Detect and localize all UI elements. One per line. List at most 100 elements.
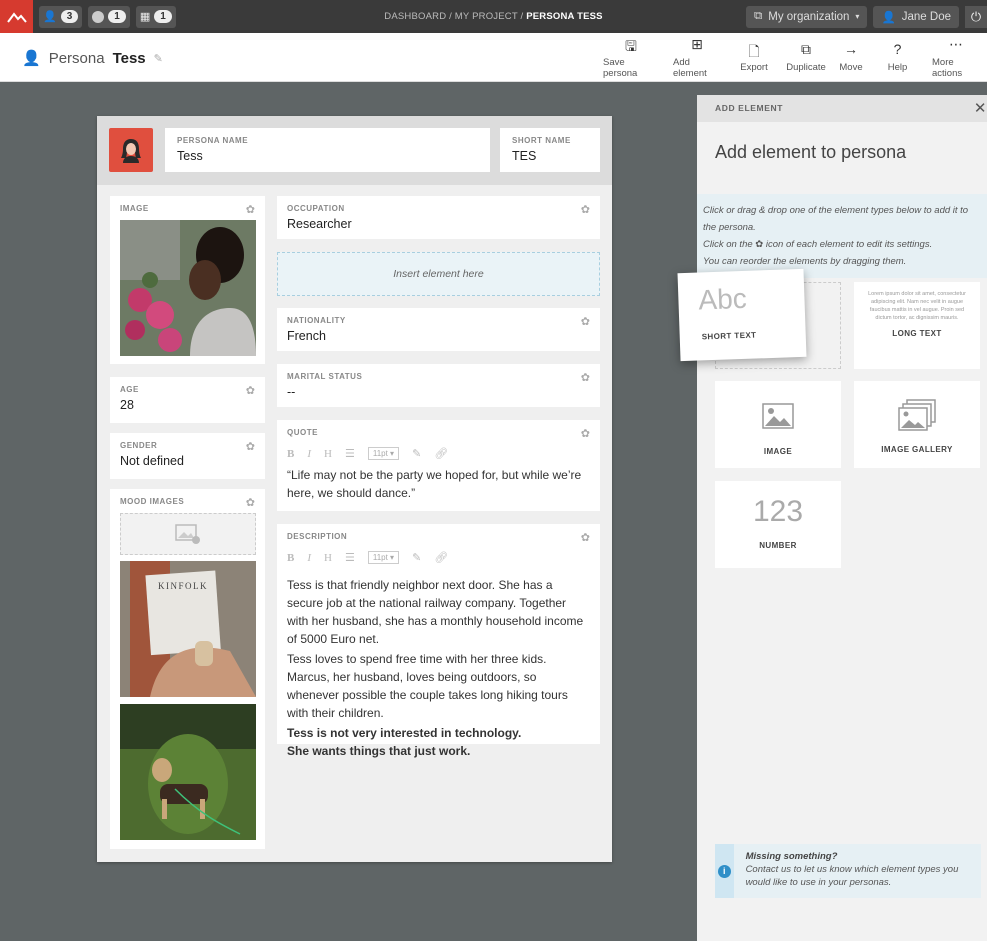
age-element[interactable]: AGE ✿ 28 xyxy=(110,377,265,423)
quote-element[interactable]: QUOTE ✿ B I H ☰ 11pt ▾ ✎ 🔗︎ “Life may no… xyxy=(277,420,600,511)
question-icon: ? xyxy=(893,41,902,57)
hint-line-3: You can reorder the elements by dragging… xyxy=(703,256,907,267)
number-tile-label: NUMBER xyxy=(759,541,797,550)
arrow-right-icon: → xyxy=(844,41,858,57)
gear-icon[interactable]: ✿ xyxy=(581,315,590,328)
italic-button[interactable]: I xyxy=(307,552,311,564)
marital-status-value: -- xyxy=(287,385,296,399)
short-text-tile[interactable]: Abc SHORT TEXT xyxy=(677,268,807,362)
image-tile[interactable]: IMAGE xyxy=(715,381,841,468)
gear-icon[interactable]: ✿ xyxy=(246,440,255,453)
description-element[interactable]: DESCRIPTION ✿ B I H ☰ 11pt ▾ ✎ 🔗︎ Tess i… xyxy=(277,524,600,758)
boards-count-button[interactable]: ▦ 1 xyxy=(135,5,176,28)
organization-label: My organization xyxy=(768,10,850,23)
persona-name-field[interactable]: PERSONA NAME Tess xyxy=(165,128,490,172)
panel-title: Add element to persona xyxy=(715,142,907,162)
gear-icon[interactable]: ✿ xyxy=(246,496,255,509)
heading-button[interactable]: H xyxy=(324,552,332,564)
number-sample: 123 xyxy=(752,495,804,528)
edit-icon[interactable]: ✎ xyxy=(154,52,163,65)
marital-status-label: MARITAL STATUS xyxy=(287,372,363,381)
heading-button[interactable]: H xyxy=(324,448,332,460)
image-tile-label: IMAGE xyxy=(763,447,793,456)
nationality-element[interactable]: NATIONALITY ✿ French xyxy=(277,308,600,351)
persona-avatar[interactable] xyxy=(109,128,153,172)
hint-line-2b: icon of each element to edit its setting… xyxy=(765,239,933,250)
gear-icon[interactable]: ✿ xyxy=(581,427,590,440)
description-paragraph-2[interactable]: Tess loves to spend free time with her t… xyxy=(287,650,590,722)
missing-text[interactable]: Missing something? Contact us to let us … xyxy=(734,844,981,898)
user-menu[interactable]: 👤 Jane Doe xyxy=(873,5,959,28)
add-image-icon xyxy=(175,524,200,544)
marital-status-element[interactable]: MARITAL STATUS ✿ -- xyxy=(277,364,600,407)
personas-count-button[interactable]: 👤 3 xyxy=(39,5,83,28)
user-icon: 👤 xyxy=(881,11,896,24)
add-image-dropzone[interactable] xyxy=(120,513,256,555)
gear-icon[interactable]: ✿ xyxy=(581,531,590,544)
list-icon[interactable]: ☰ xyxy=(345,447,355,460)
brush-icon[interactable]: ✎ xyxy=(412,447,421,460)
breadcrumb-path[interactable]: DASHBOARD / MY PROJECT / xyxy=(384,11,526,22)
gear-icon[interactable]: ✿ xyxy=(246,203,255,216)
app-logo[interactable] xyxy=(0,0,33,33)
brush-icon[interactable]: ✎ xyxy=(412,551,421,564)
mood-images-element[interactable]: MOOD IMAGES ✿ KINFOLK xyxy=(110,489,265,849)
number-tile[interactable]: 123 NUMBER xyxy=(715,481,841,568)
image-element[interactable]: IMAGE ✿ xyxy=(110,196,265,364)
missing-body: Contact us to let us know which element … xyxy=(745,864,959,888)
save-icon: 🖫 xyxy=(625,37,637,54)
more-actions-button[interactable]: ⋯ More actions xyxy=(925,33,987,81)
help-button[interactable]: ? Help xyxy=(870,33,925,81)
breadcrumb-current: PERSONA TESS xyxy=(526,11,603,22)
organization-dropdown[interactable]: ⧉ My organization ▾ xyxy=(746,5,868,28)
short-name-field[interactable]: SHORT NAME TES xyxy=(500,128,600,172)
image-icon xyxy=(762,403,794,429)
save-persona-button[interactable]: 🖫 Save persona xyxy=(596,33,666,81)
quote-text[interactable]: “Life may not be the party we hoped for,… xyxy=(287,466,590,502)
long-text-label: LONG TEXT xyxy=(892,329,942,338)
move-button[interactable]: → Move xyxy=(832,33,870,81)
add-element-label: Add element xyxy=(673,56,707,79)
panel-header-label: ADD ELEMENT xyxy=(715,103,783,113)
description-label: DESCRIPTION xyxy=(287,532,348,541)
font-size-value: 11pt xyxy=(372,449,388,458)
gear-icon: ✿ xyxy=(755,239,764,250)
short-name-label: SHORT NAME xyxy=(512,136,571,145)
long-text-tile[interactable]: Lorem ipsum dolor sit amet, consectetur … xyxy=(854,282,980,369)
bold-button[interactable]: B xyxy=(287,552,294,564)
gear-icon[interactable]: ✿ xyxy=(246,384,255,397)
bold-button[interactable]: B xyxy=(287,448,294,460)
title-name: Tess xyxy=(112,49,146,67)
export-button[interactable]: 🗋 Export xyxy=(728,33,780,81)
gear-icon[interactable]: ✿ xyxy=(581,203,590,216)
description-paragraph-1[interactable]: Tess is that friendly neighbor next door… xyxy=(287,576,590,648)
circle-icon xyxy=(92,10,105,23)
font-size-select[interactable]: 11pt ▾ xyxy=(367,551,400,564)
duplicate-button[interactable]: ⧉ Duplicate xyxy=(780,33,832,81)
export-label: Export xyxy=(740,62,768,73)
image-gallery-tile[interactable]: IMAGE GALLERY xyxy=(854,381,980,468)
font-size-select[interactable]: 11pt ▾ xyxy=(367,447,400,460)
italic-button[interactable]: I xyxy=(307,448,311,460)
list-icon[interactable]: ☰ xyxy=(345,551,355,564)
more-actions-label: More actions xyxy=(932,56,963,79)
hint-line-2a: Click on the xyxy=(703,239,753,250)
link-icon[interactable]: 🔗︎ xyxy=(434,447,448,460)
add-element-button[interactable]: ⊞ Add element xyxy=(666,33,728,81)
short-text-label: SHORT TEXT xyxy=(701,330,757,342)
link-icon[interactable]: 🔗︎ xyxy=(434,551,448,564)
description-toolbar: B I H ☰ 11pt ▾ ✎ 🔗︎ xyxy=(287,551,590,564)
plus-square-icon: ⊞ xyxy=(691,35,703,52)
description-bold-line-1: Tess is not very interested in technolog… xyxy=(287,726,522,740)
gear-icon[interactable]: ✿ xyxy=(581,371,590,384)
close-icon[interactable]: ✕ xyxy=(974,95,987,122)
notifications-count-button[interactable]: 1 xyxy=(88,5,130,28)
description-bold[interactable]: Tess is not very interested in technolog… xyxy=(287,724,590,760)
info-icon: i xyxy=(715,844,734,898)
panel-header: ADD ELEMENT ✕ xyxy=(697,95,987,122)
insert-element-dropzone[interactable]: Insert element here xyxy=(277,252,600,296)
power-icon[interactable]: ⏻ xyxy=(965,5,987,28)
gender-element[interactable]: GENDER ✿ Not defined xyxy=(110,433,265,479)
occupation-element[interactable]: OCCUPATION ✿ Researcher xyxy=(277,196,600,239)
gender-label: GENDER xyxy=(120,441,158,450)
